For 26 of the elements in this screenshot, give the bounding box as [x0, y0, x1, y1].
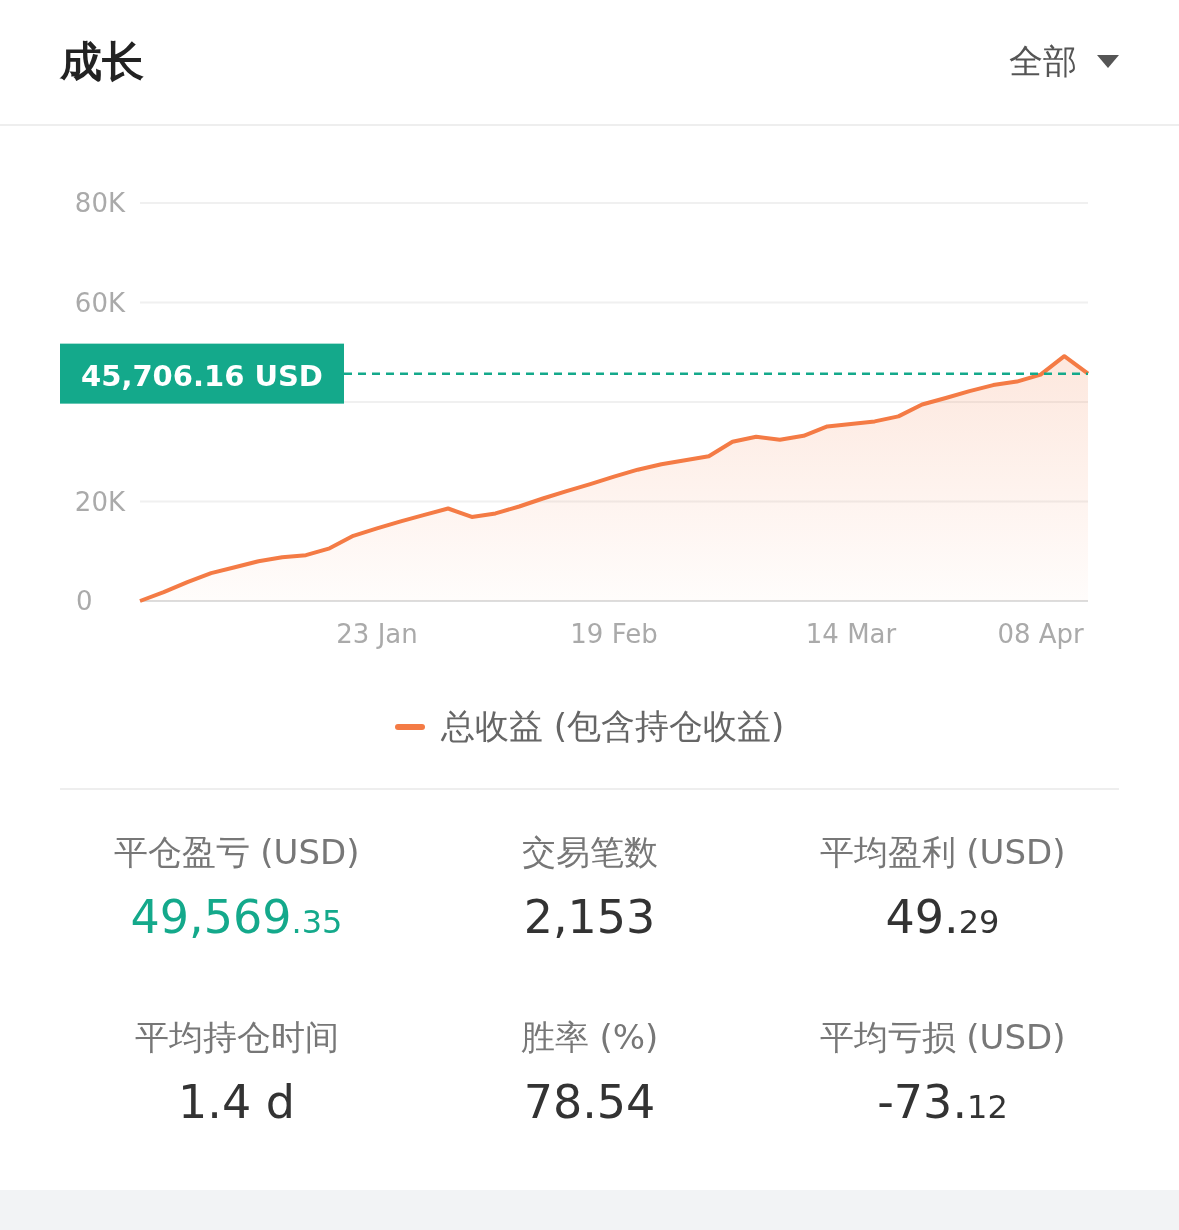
stat-label: 平仓盈亏 (USD) — [113, 831, 360, 874]
legend-label: 总收益 (包含持仓收益) — [440, 705, 785, 748]
stat-label: 平均亏损 (USD) — [819, 1016, 1066, 1059]
page-title: 成长 — [60, 36, 144, 88]
stat-value: 1.4 d — [178, 1075, 295, 1129]
y-axis-label: 20K — [74, 486, 125, 517]
stat-value: 78.54 — [523, 1075, 656, 1129]
legend-swatch — [394, 724, 425, 730]
stat-value: -73.12 — [877, 1075, 1008, 1129]
y-axis-label: 0 — [76, 586, 93, 616]
stat-value: 49,569.35 — [130, 890, 343, 944]
y-axis-label: 60K — [74, 287, 125, 318]
caret-icon — [1097, 55, 1119, 69]
y-axis-label: 80K — [74, 188, 125, 218]
stat-value: 49.29 — [885, 890, 1000, 944]
x-axis-label: 19 Feb — [570, 619, 658, 649]
filter-dropdown[interactable]: 全部 — [1009, 39, 1119, 85]
x-axis-label: 23 Jan — [336, 619, 418, 649]
value-badge: 45,706.16 USD — [60, 343, 344, 404]
x-axis-label: 14 Mar — [805, 619, 897, 649]
stat-value: 2,153 — [523, 890, 656, 944]
stat-label: 平均盈利 (USD) — [819, 831, 1066, 874]
stat-label: 平均持仓时间 — [134, 1016, 339, 1059]
x-axis-label: 08 Apr — [997, 619, 1084, 649]
stat-label: 交易笔数 — [521, 831, 658, 874]
stat-label: 胜率 (%) — [520, 1016, 659, 1059]
